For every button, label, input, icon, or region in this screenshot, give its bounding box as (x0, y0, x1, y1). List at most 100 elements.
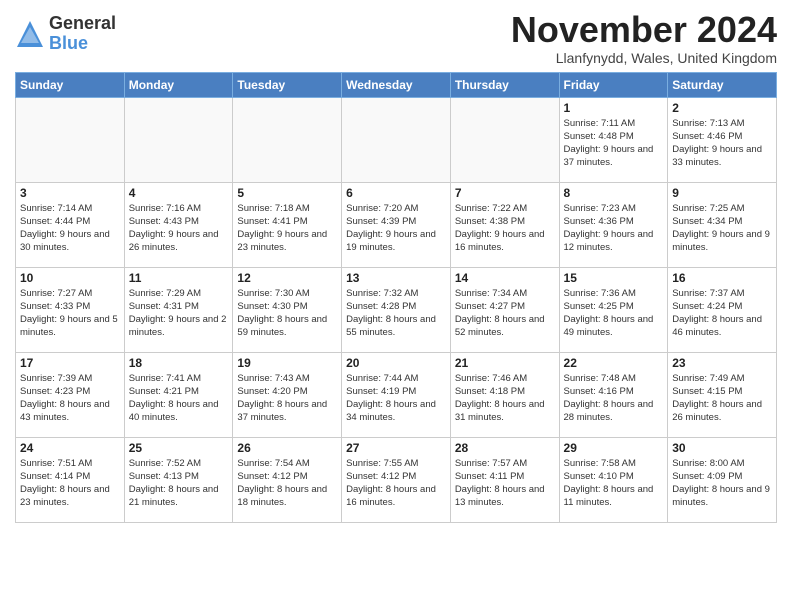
calendar-cell: 3Sunrise: 7:14 AMSunset: 4:44 PMDaylight… (16, 182, 125, 267)
day-number: 6 (346, 186, 446, 200)
calendar-header-sunday: Sunday (16, 72, 125, 97)
calendar-cell: 16Sunrise: 7:37 AMSunset: 4:24 PMDayligh… (668, 267, 777, 352)
day-number: 17 (20, 356, 120, 370)
calendar-cell: 1 Sunrise: 7:11 AMSunset: 4:48 PMDaylight… (559, 97, 668, 182)
day-number: 15 (564, 271, 664, 285)
calendar-cell: 26 Sunrise: 7:54 AMSunset: 4:12 PMDayligh… (233, 437, 342, 522)
day-info: Sunrise: 7:22 AMSunset: 4:38 PMDaylight:… (455, 202, 555, 255)
calendar-cell: 9 Sunrise: 7:25 AMSunset: 4:34 PMDaylight… (668, 182, 777, 267)
calendar-cell: 19 Sunrise: 7:43 AMSunset: 4:20 PMDayligh… (233, 352, 342, 437)
day-info: Sunrise: 7:11 AMSunset: 4:48 PMDaylight:… (564, 117, 664, 170)
day-info: Sunrise: 8:00 AMSunset: 4:09 PMDaylight:… (672, 457, 772, 510)
day-info: Sunrise: 7:54 AMSunset: 4:12 PMDaylight:… (237, 457, 337, 510)
calendar-cell (342, 97, 451, 182)
day-info: Sunrise: 7:36 AMSunset: 4:25 PMDaylight:… (564, 287, 664, 340)
logo: General Blue (15, 14, 116, 54)
calendar-header-thursday: Thursday (450, 72, 559, 97)
calendar-cell (16, 97, 125, 182)
day-number: 2 (672, 101, 772, 115)
day-number: 4 (129, 186, 229, 200)
calendar-week-2: 3Sunrise: 7:14 AMSunset: 4:44 PMDaylight… (16, 182, 777, 267)
month-title: November 2024 (511, 10, 777, 50)
day-info: Sunrise: 7:58 AMSunset: 4:10 PMDaylight:… (564, 457, 664, 510)
day-info: Sunrise: 7:27 AMSunset: 4:33 PMDaylight:… (20, 287, 120, 340)
day-number: 23 (672, 356, 772, 370)
day-number: 3 (20, 186, 120, 200)
calendar-cell: 18 Sunrise: 7:41 AMSunset: 4:21 PMDayligh… (124, 352, 233, 437)
day-number: 18 (129, 356, 229, 370)
day-number: 14 (455, 271, 555, 285)
day-info: Sunrise: 7:37 AMSunset: 4:24 PMDaylight:… (672, 287, 772, 340)
day-info: Sunrise: 7:29 AMSunset: 4:31 PMDaylight:… (129, 287, 229, 340)
calendar-cell: 21 Sunrise: 7:46 AMSunset: 4:18 PMDayligh… (450, 352, 559, 437)
day-info: Sunrise: 7:30 AMSunset: 4:30 PMDaylight:… (237, 287, 337, 340)
calendar-cell: 5Sunrise: 7:18 AMSunset: 4:41 PMDaylight… (233, 182, 342, 267)
day-number: 24 (20, 441, 120, 455)
calendar-cell: 28 Sunrise: 7:57 AMSunset: 4:11 PMDayligh… (450, 437, 559, 522)
day-number: 9 (672, 186, 772, 200)
day-number: 22 (564, 356, 664, 370)
calendar-header-friday: Friday (559, 72, 668, 97)
calendar-cell: 23 Sunrise: 7:49 AMSunset: 4:15 PMDayligh… (668, 352, 777, 437)
day-number: 10 (20, 271, 120, 285)
calendar-header-wednesday: Wednesday (342, 72, 451, 97)
day-number: 12 (237, 271, 337, 285)
day-info: Sunrise: 7:41 AMSunset: 4:21 PMDaylight:… (129, 372, 229, 425)
calendar-cell: 8Sunrise: 7:23 AMSunset: 4:36 PMDaylight… (559, 182, 668, 267)
calendar-cell: 27Sunrise: 7:55 AMSunset: 4:12 PMDayligh… (342, 437, 451, 522)
day-info: Sunrise: 7:16 AMSunset: 4:43 PMDaylight:… (129, 202, 229, 255)
calendar-header-tuesday: Tuesday (233, 72, 342, 97)
calendar-week-1: 1 Sunrise: 7:11 AMSunset: 4:48 PMDaylight… (16, 97, 777, 182)
day-info: Sunrise: 7:46 AMSunset: 4:18 PMDaylight:… (455, 372, 555, 425)
day-number: 11 (129, 271, 229, 285)
day-info: Sunrise: 7:43 AMSunset: 4:20 PMDaylight:… (237, 372, 337, 425)
day-number: 1 (564, 101, 664, 115)
day-number: 21 (455, 356, 555, 370)
calendar-cell: 6 Sunrise: 7:20 AMSunset: 4:39 PMDaylight… (342, 182, 451, 267)
calendar-cell: 30Sunrise: 8:00 AMSunset: 4:09 PMDayligh… (668, 437, 777, 522)
day-number: 20 (346, 356, 446, 370)
calendar-cell: 14 Sunrise: 7:34 AMSunset: 4:27 PMDayligh… (450, 267, 559, 352)
logo-general: General (49, 14, 116, 34)
calendar-header-row: SundayMondayTuesdayWednesdayThursdayFrid… (16, 72, 777, 97)
calendar-cell: 29Sunrise: 7:58 AMSunset: 4:10 PMDayligh… (559, 437, 668, 522)
day-number: 13 (346, 271, 446, 285)
calendar-cell: 17 Sunrise: 7:39 AMSunset: 4:23 PMDayligh… (16, 352, 125, 437)
calendar: SundayMondayTuesdayWednesdayThursdayFrid… (15, 72, 777, 523)
day-info: Sunrise: 7:23 AMSunset: 4:36 PMDaylight:… (564, 202, 664, 255)
day-info: Sunrise: 7:49 AMSunset: 4:15 PMDaylight:… (672, 372, 772, 425)
day-info: Sunrise: 7:13 AMSunset: 4:46 PMDaylight:… (672, 117, 772, 170)
calendar-cell: 20Sunrise: 7:44 AMSunset: 4:19 PMDayligh… (342, 352, 451, 437)
calendar-cell: 2 Sunrise: 7:13 AMSunset: 4:46 PMDaylight… (668, 97, 777, 182)
calendar-cell: 15 Sunrise: 7:36 AMSunset: 4:25 PMDayligh… (559, 267, 668, 352)
day-number: 19 (237, 356, 337, 370)
day-info: Sunrise: 7:20 AMSunset: 4:39 PMDaylight:… (346, 202, 446, 255)
calendar-cell: 13 Sunrise: 7:32 AMSunset: 4:28 PMDayligh… (342, 267, 451, 352)
day-info: Sunrise: 7:39 AMSunset: 4:23 PMDaylight:… (20, 372, 120, 425)
calendar-cell: 12 Sunrise: 7:30 AMSunset: 4:30 PMDayligh… (233, 267, 342, 352)
day-info: Sunrise: 7:51 AMSunset: 4:14 PMDaylight:… (20, 457, 120, 510)
page: General Blue November 2024 Llanfynydd, W… (0, 0, 792, 612)
calendar-header-saturday: Saturday (668, 72, 777, 97)
day-number: 25 (129, 441, 229, 455)
calendar-header-monday: Monday (124, 72, 233, 97)
day-info: Sunrise: 7:34 AMSunset: 4:27 PMDaylight:… (455, 287, 555, 340)
day-info: Sunrise: 7:57 AMSunset: 4:11 PMDaylight:… (455, 457, 555, 510)
day-info: Sunrise: 7:52 AMSunset: 4:13 PMDaylight:… (129, 457, 229, 510)
calendar-cell (233, 97, 342, 182)
day-info: Sunrise: 7:32 AMSunset: 4:28 PMDaylight:… (346, 287, 446, 340)
calendar-cell: 22Sunrise: 7:48 AMSunset: 4:16 PMDayligh… (559, 352, 668, 437)
logo-blue: Blue (49, 34, 116, 54)
calendar-cell (450, 97, 559, 182)
calendar-week-3: 10 Sunrise: 7:27 AMSunset: 4:33 PMDayligh… (16, 267, 777, 352)
day-number: 27 (346, 441, 446, 455)
calendar-cell: 11 Sunrise: 7:29 AMSunset: 4:31 PMDayligh… (124, 267, 233, 352)
day-info: Sunrise: 7:25 AMSunset: 4:34 PMDaylight:… (672, 202, 772, 255)
header: General Blue November 2024 Llanfynydd, W… (15, 10, 777, 66)
day-number: 28 (455, 441, 555, 455)
day-number: 26 (237, 441, 337, 455)
calendar-cell: 10 Sunrise: 7:27 AMSunset: 4:33 PMDayligh… (16, 267, 125, 352)
title-area: November 2024 Llanfynydd, Wales, United … (511, 10, 777, 66)
day-number: 5 (237, 186, 337, 200)
calendar-cell: 4 Sunrise: 7:16 AMSunset: 4:43 PMDaylight… (124, 182, 233, 267)
